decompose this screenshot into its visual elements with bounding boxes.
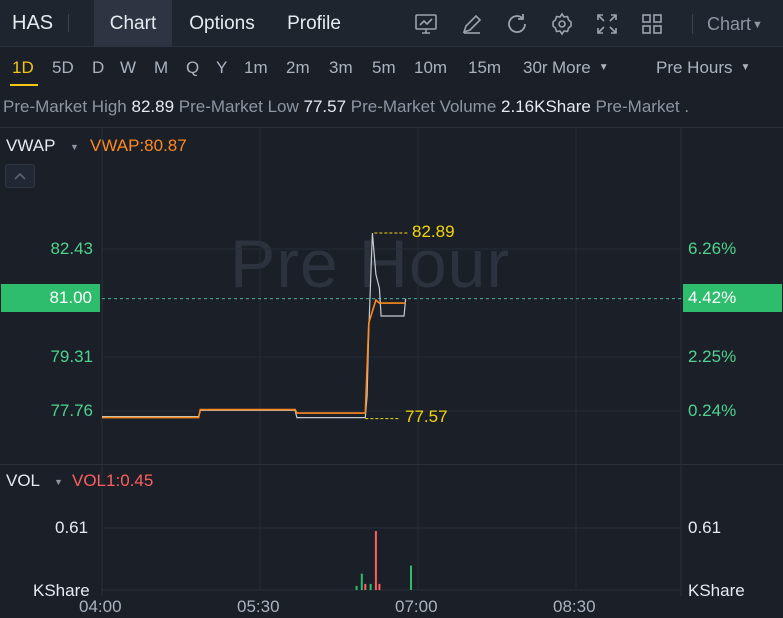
chevron-down-icon[interactable]: ▼ <box>54 477 63 487</box>
x-axis-label: 07:00 <box>395 597 438 616</box>
vol-value: VOL1:0.45 <box>72 471 154 490</box>
y-label-right: 0.24% <box>688 401 737 420</box>
price-chart[interactable] <box>0 0 783 618</box>
x-axis-label: 08:30 <box>553 597 596 616</box>
volume-bar <box>360 573 363 590</box>
vol-axis-right: 0.61 <box>688 518 722 537</box>
volume-bar <box>374 531 377 590</box>
x-axis-label: 04:00 <box>79 597 122 616</box>
high-marker-label: 82.89 <box>412 222 455 241</box>
y-label-left: 77.76 <box>50 401 93 420</box>
vol-indicator-name[interactable]: VOL <box>6 471 40 491</box>
divider <box>0 464 783 465</box>
y-label-right: 6.26% <box>688 239 737 258</box>
volume-bar <box>378 583 381 590</box>
y-label-left: 82.43 <box>50 239 93 258</box>
volume-bar <box>364 583 367 590</box>
vol-unit-right: KShare <box>688 581 745 600</box>
vol-axis-left: 0.61 <box>55 518 89 537</box>
vwap-line <box>102 298 406 419</box>
y-label-left: 79.31 <box>50 347 93 366</box>
x-axis-label: 05:30 <box>237 597 280 616</box>
volume-bar <box>369 583 372 590</box>
volume-bar <box>355 585 358 590</box>
volume-bar <box>410 565 412 590</box>
low-marker-label: 77.57 <box>405 407 448 426</box>
current-change-tag: 4.42% <box>683 284 782 312</box>
price-line <box>102 232 407 419</box>
y-label-right: 2.25% <box>688 347 737 366</box>
current-price-tag: 81.00 <box>1 284 100 312</box>
